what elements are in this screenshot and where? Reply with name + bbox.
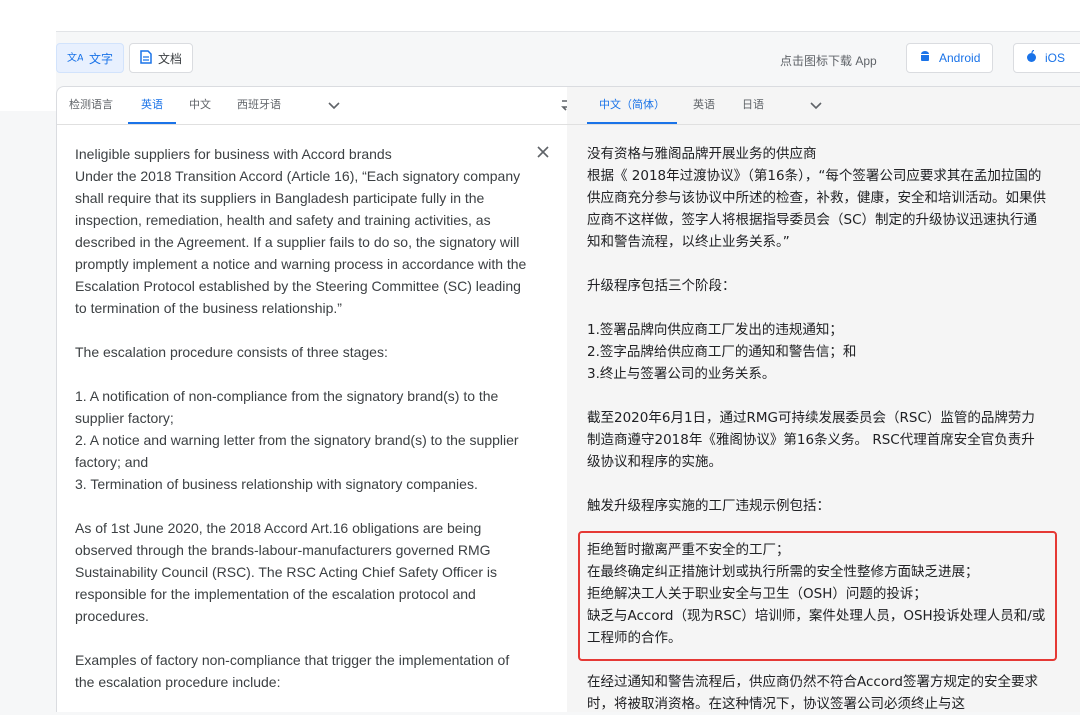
ios-button[interactable]: iOS bbox=[1013, 43, 1080, 73]
text-mode-button[interactable]: 文A 文字 bbox=[56, 43, 125, 73]
download-app-text: 点击图标下载 App bbox=[780, 54, 877, 68]
source-text[interactable]: Ineligible suppliers for business with A… bbox=[75, 143, 527, 693]
ios-label: iOS bbox=[1045, 51, 1066, 65]
target-language-bar: 中文（简体） 英语 日语 bbox=[567, 87, 1080, 125]
android-button[interactable]: Android bbox=[906, 43, 994, 73]
translate-icon: 文A bbox=[67, 50, 84, 67]
document-mode-button[interactable]: 文档 bbox=[129, 43, 194, 73]
source-lang-spanish[interactable]: 西班牙语 bbox=[237, 87, 281, 124]
target-lang-english[interactable]: 英语 bbox=[693, 87, 715, 124]
document-mode-label: 文档 bbox=[158, 51, 183, 66]
target-lang-chinese-simplified[interactable]: 中文（简体） bbox=[587, 87, 677, 124]
target-lang-japanese[interactable]: 日语 bbox=[742, 87, 764, 124]
source-language-bar: 检测语言 英语 中文 西班牙语 bbox=[57, 87, 567, 125]
document-icon bbox=[140, 49, 152, 67]
source-lang-english[interactable]: 英语 bbox=[128, 87, 176, 124]
chevron-down-icon[interactable] bbox=[809, 98, 823, 112]
text-mode-label: 文字 bbox=[89, 51, 114, 66]
android-icon bbox=[919, 50, 931, 66]
close-icon[interactable] bbox=[535, 144, 551, 160]
chevron-down-icon[interactable] bbox=[327, 98, 341, 112]
highlight-box bbox=[578, 531, 1057, 661]
top-bar bbox=[0, 0, 1080, 32]
svg-text:文A: 文A bbox=[67, 51, 83, 64]
apple-icon bbox=[1026, 49, 1037, 66]
source-panel: 检测语言 英语 中文 西班牙语 Ineligible suppliers for… bbox=[56, 86, 567, 712]
source-lang-detect[interactable]: 检测语言 bbox=[69, 87, 113, 124]
android-label: Android bbox=[939, 51, 981, 65]
source-lang-chinese[interactable]: 中文 bbox=[189, 87, 211, 124]
toolbar: 文A 文字 文档 点击图标下载 App Android iOS bbox=[0, 32, 1080, 86]
